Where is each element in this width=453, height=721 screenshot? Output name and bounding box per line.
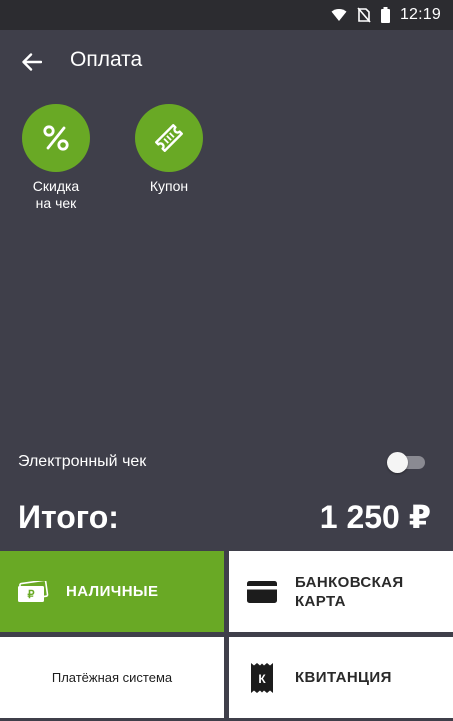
- receipt-payment-button[interactable]: К КВИТАНЦИЯ: [229, 637, 453, 718]
- back-button[interactable]: [14, 44, 50, 80]
- total-value: 1 250 ₽: [319, 499, 431, 535]
- discount-label: Скидка на чек: [32, 178, 80, 211]
- svg-text:₽: ₽: [28, 589, 35, 601]
- ticket-icon: [155, 124, 183, 152]
- receipt-icon: К: [251, 662, 273, 693]
- cash-payment-button[interactable]: ₽ НАЛИЧНЫЕ: [0, 551, 224, 632]
- page-title: Оплата: [70, 48, 143, 71]
- status-clock: 12:19: [399, 6, 441, 23]
- receipt-icon-letter: К: [258, 672, 266, 686]
- payment-screen: Оплата Скидка на чек Купон Электронный ч…: [0, 30, 453, 551]
- receipt-icon-box: К: [229, 662, 295, 693]
- percent-icon: [43, 125, 69, 151]
- cash-icon: ₽: [18, 580, 49, 602]
- receipt-label: КВИТАНЦИЯ: [295, 669, 392, 686]
- status-bar: 12:19: [0, 0, 453, 30]
- card-label: БАНКОВСКАЯ КАРТА: [295, 573, 404, 610]
- arrow-left-icon: [22, 53, 42, 71]
- toggle-thumb: [387, 452, 408, 473]
- battery-icon: [380, 7, 390, 23]
- total-row: Итого: 1 250 ₽: [0, 492, 453, 542]
- coupon-label: Купон: [149, 178, 189, 194]
- cash-icon-box: ₽: [0, 580, 66, 603]
- total-label: Итого:: [18, 498, 119, 535]
- no-sim-icon: [357, 7, 371, 23]
- discount-button[interactable]: Скидка на чек: [6, 104, 106, 212]
- payment-system-button[interactable]: Платёжная система: [0, 637, 224, 718]
- payment-methods-grid: ₽ НАЛИЧНЫЕ БАНКОВСКАЯ КАРТА Платёжная си…: [0, 551, 453, 721]
- card-payment-button[interactable]: БАНКОВСКАЯ КАРТА: [229, 551, 453, 632]
- card-icon-box: [229, 580, 295, 603]
- wifi-icon: [331, 9, 347, 21]
- credit-card-icon: [247, 580, 277, 603]
- electronic-receipt-row: Электронный чек: [0, 443, 453, 481]
- cash-label: НАЛИЧНЫЕ: [66, 583, 159, 600]
- electronic-receipt-toggle[interactable]: [387, 452, 427, 473]
- electronic-receipt-label: Электронный чек: [18, 453, 147, 470]
- app-bar: Оплата: [0, 30, 453, 90]
- coupon-circle: [135, 104, 203, 172]
- payment-system-label: Платёжная система: [51, 670, 173, 685]
- discount-circle: [22, 104, 90, 172]
- coupon-button[interactable]: Купон: [119, 104, 219, 195]
